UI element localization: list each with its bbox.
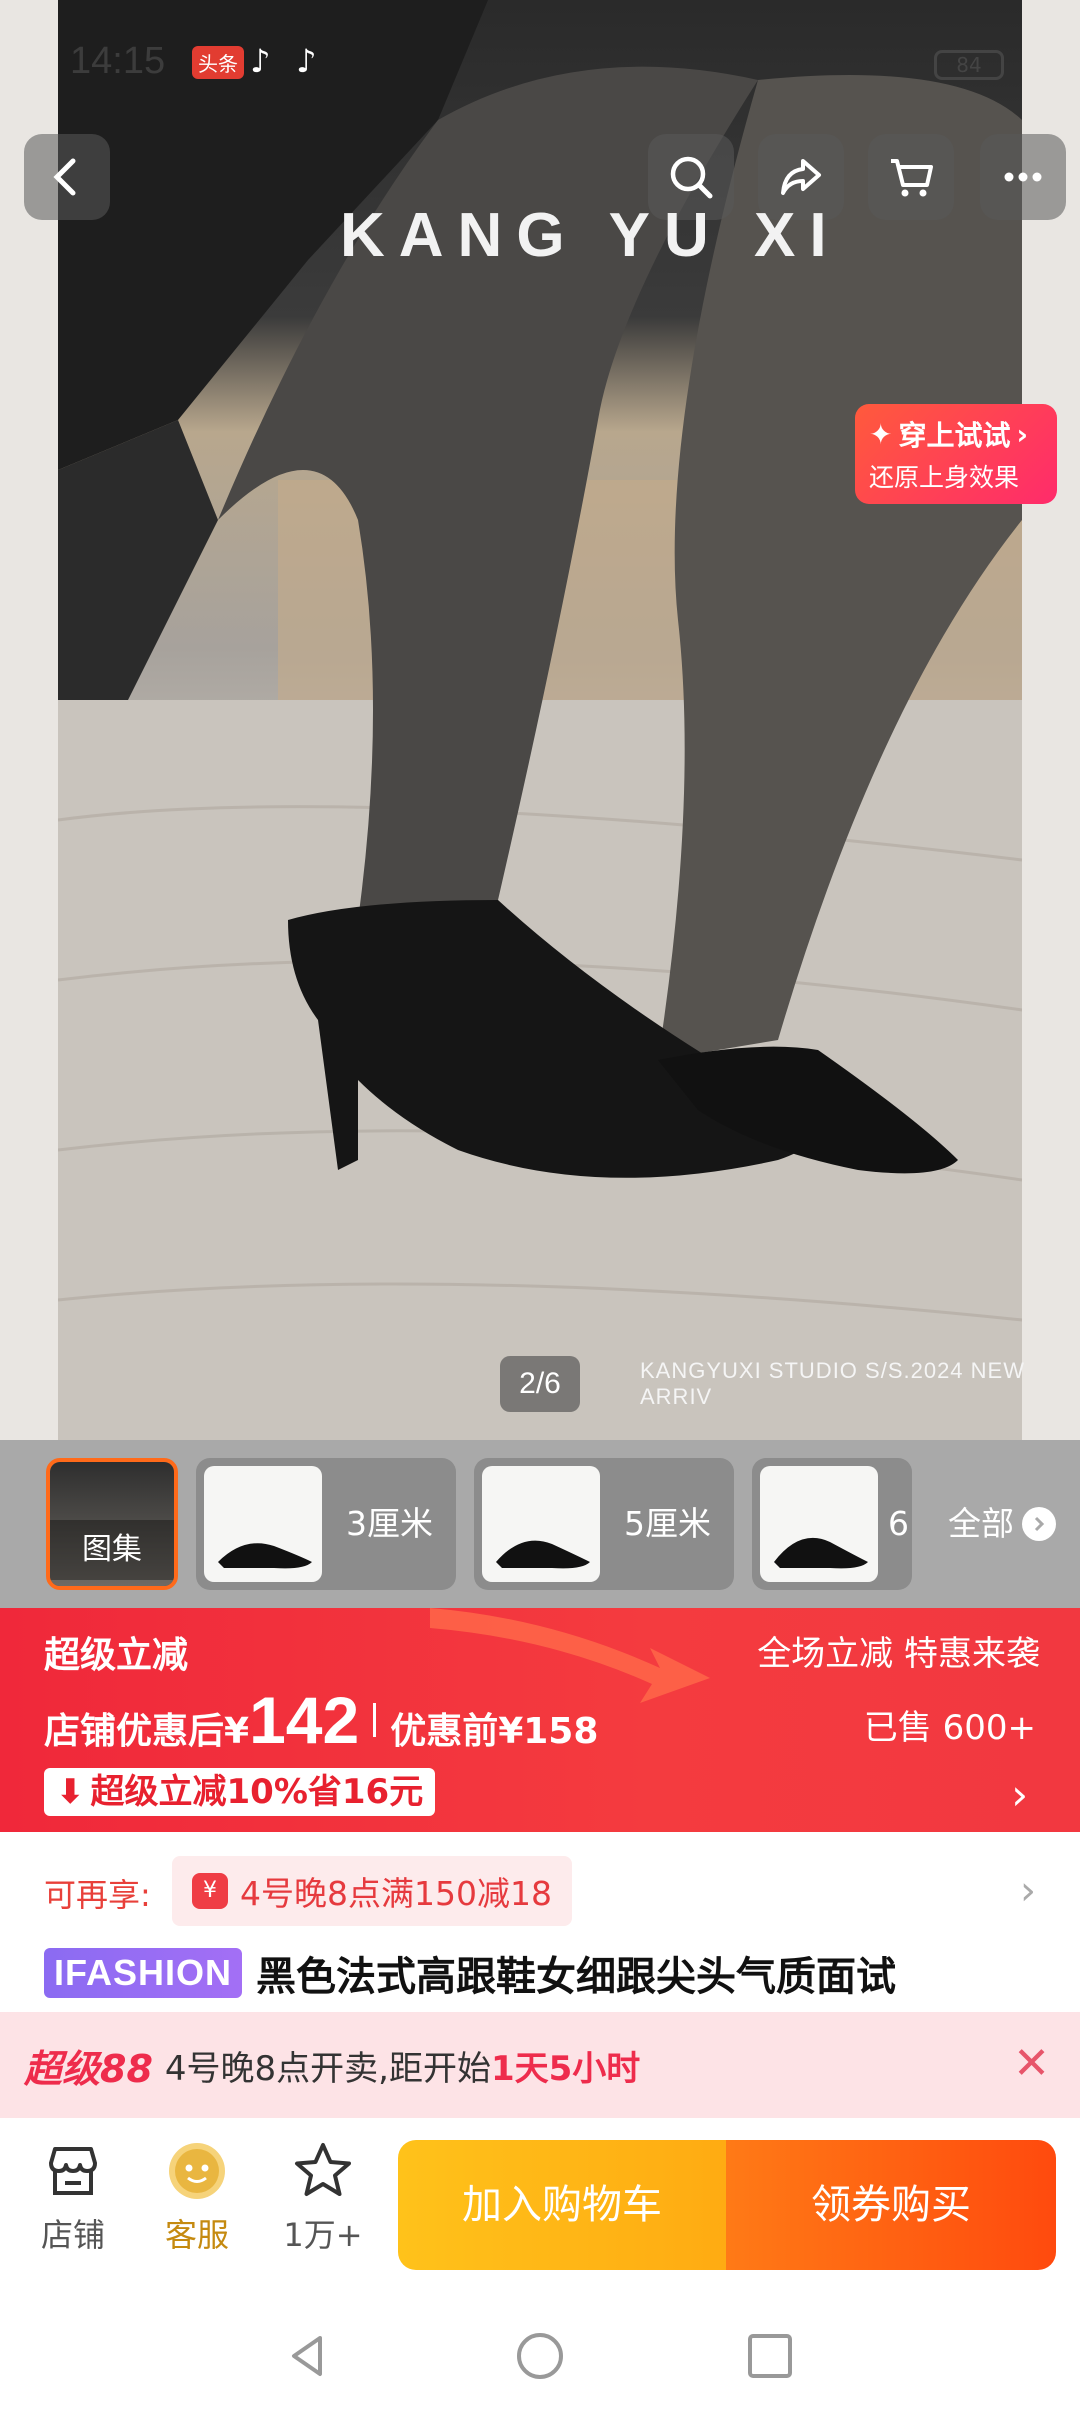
coupon-text: 4号晚8点满150减18 [240,1874,552,1913]
chevron-right-icon[interactable]: › [1020,1868,1036,1914]
status-bar: 14:15 头条 ♪ ♪ 84 [0,0,1080,120]
thumbnail-label: 3厘米 [346,1504,433,1543]
try-on-button[interactable]: ✦ 穿上试试 › 还原上身效果 [855,404,1057,504]
down-arrow-icon: ⬇ [56,1772,85,1812]
thumbnail-5cm[interactable]: 5厘米 [474,1458,734,1590]
thumbnail-image [760,1466,878,1582]
cart-icon [891,159,933,197]
store-label: 店铺 [40,2216,105,2254]
cart-button[interactable] [868,134,954,220]
view-all-thumbnails[interactable]: 全部 [948,1458,1056,1590]
promo-slogan: 全场立减 特惠来袭 [757,1634,1040,1674]
status-time: 14:15 [70,40,166,82]
notice-brand: 超级88 [24,2046,153,2091]
promo-title: 超级立减 [44,1635,189,1676]
shoe-thumbnail-icon [496,1540,590,1569]
nav-home-icon[interactable] [512,2328,568,2384]
try-on-subtitle: 还原上身效果 [869,463,1020,492]
brand-badge: IFASHION [44,1948,243,1998]
customer-service-icon [164,2138,230,2204]
chevron-right-icon: › [1016,417,1029,451]
close-icon[interactable]: ✕ [1013,2042,1050,2086]
product-image-gallery[interactable]: 14:15 头条 ♪ ♪ 84 KANG YU XI ✦ 穿上试试 › 还原上身效果… [0,0,1080,1440]
price-row: 店铺优惠后¥ 142 优惠前¥158 [44,1682,598,1758]
discount-tag-text: 超级立减10%省16元 [90,1772,424,1812]
bottom-action-bar: 店铺 客服 1万+ 加入购物车 领券购买 [0,2118,1080,2298]
thumbnail-label: 5厘米 [624,1504,711,1543]
notice-countdown: 1天5小时 [490,2048,641,2089]
view-all-label: 全部 [948,1504,1014,1543]
product-title-row: IFASHION 黑色法式高跟鞋女细跟尖头气质面试 [44,1940,1044,2006]
coupon-icon: ¥ [192,1873,228,1909]
store-icon [40,2138,106,2204]
add-to-cart-button[interactable]: 加入购物车 [398,2140,726,2270]
thumbnail-image [204,1466,322,1582]
coupon-chip[interactable]: ¥ 4号晚8点满150减18 [172,1856,572,1926]
try-on-title: 穿上试试 [898,419,1011,452]
thumbnail-6cm[interactable]: 6 [752,1458,912,1590]
more-button[interactable] [980,134,1066,220]
nav-recents-icon[interactable] [742,2328,798,2384]
store-button[interactable]: 店铺 [18,2138,128,2256]
notice-text: 4号晚8点开卖,距开始 [164,2048,491,2089]
thumbnail-label: 6 [888,1504,909,1543]
thumbnail-gallery[interactable]: 图集 [46,1458,178,1590]
notification-badge: 头条 [192,46,244,79]
original-price: 优惠前¥158 [390,1711,599,1752]
shoe-thumbnail-icon [774,1537,868,1569]
back-button[interactable] [24,134,110,220]
sale-notice-banner[interactable]: 超级88 4号晚8点开卖,距开始 1天5小时 ✕ [0,2012,1080,2118]
sparkle-icon: ✦ [869,417,893,451]
customer-service-label: 客服 [164,2216,229,2254]
search-icon [670,156,713,199]
current-price: 142 [249,1683,360,1757]
coupon-row[interactable]: 可再享: ¥ 4号晚8点满150减18 › [0,1832,1080,1952]
tiktok-icon-2: ♪ [296,42,317,80]
image-page-indicator: 2/6 [500,1356,580,1412]
thumbnail-label: 图集 [50,1520,174,1580]
promo-banner[interactable]: 超级立减 全场立减 特惠来袭 店铺优惠后¥ 142 优惠前¥158 已售 600… [0,1608,1080,1832]
share-icon [781,159,821,195]
tiktok-icon: ♪ [250,42,271,80]
star-icon [290,2138,356,2204]
thumbnail-image [482,1466,600,1582]
sold-count: 已售 600+ [863,1708,1036,1748]
product-title: 黑色法式高跟鞋女细跟尖头气质面试 [256,1954,897,2000]
price-label: 店铺优惠后¥ [44,1711,250,1752]
coupon-label: 可再享: [44,1876,151,1914]
more-icon [1004,172,1042,182]
shoe-thumbnail-icon [218,1543,312,1569]
thumbnail-3cm[interactable]: 3厘米 [196,1458,456,1590]
chevron-right-icon [1022,1507,1056,1541]
discount-tag: ⬇ 超级立减10%省16元 [44,1768,436,1816]
system-navigation-bar [0,2298,1080,2412]
price-divider [373,1703,377,1737]
brand-watermark: KANG YU XI [340,201,841,270]
battery-indicator: 84 [934,50,1004,80]
studio-caption: KANGYUXI STUDIO S/S.2024 NEW ARRIV [640,1358,1025,1409]
chevron-right-icon[interactable]: › [1011,1770,1028,1819]
favorite-count: 1万+ [283,2216,363,2254]
nav-back-icon[interactable] [280,2328,336,2384]
favorite-button[interactable]: 1万+ [268,2138,378,2256]
customer-service-button[interactable]: 客服 [142,2138,252,2256]
thumbnail-strip: 图集 3厘米 5厘米 6 全部 [0,1440,1080,1608]
buy-with-coupon-button[interactable]: 领券购买 [726,2140,1056,2270]
back-arrow-icon [53,158,76,196]
